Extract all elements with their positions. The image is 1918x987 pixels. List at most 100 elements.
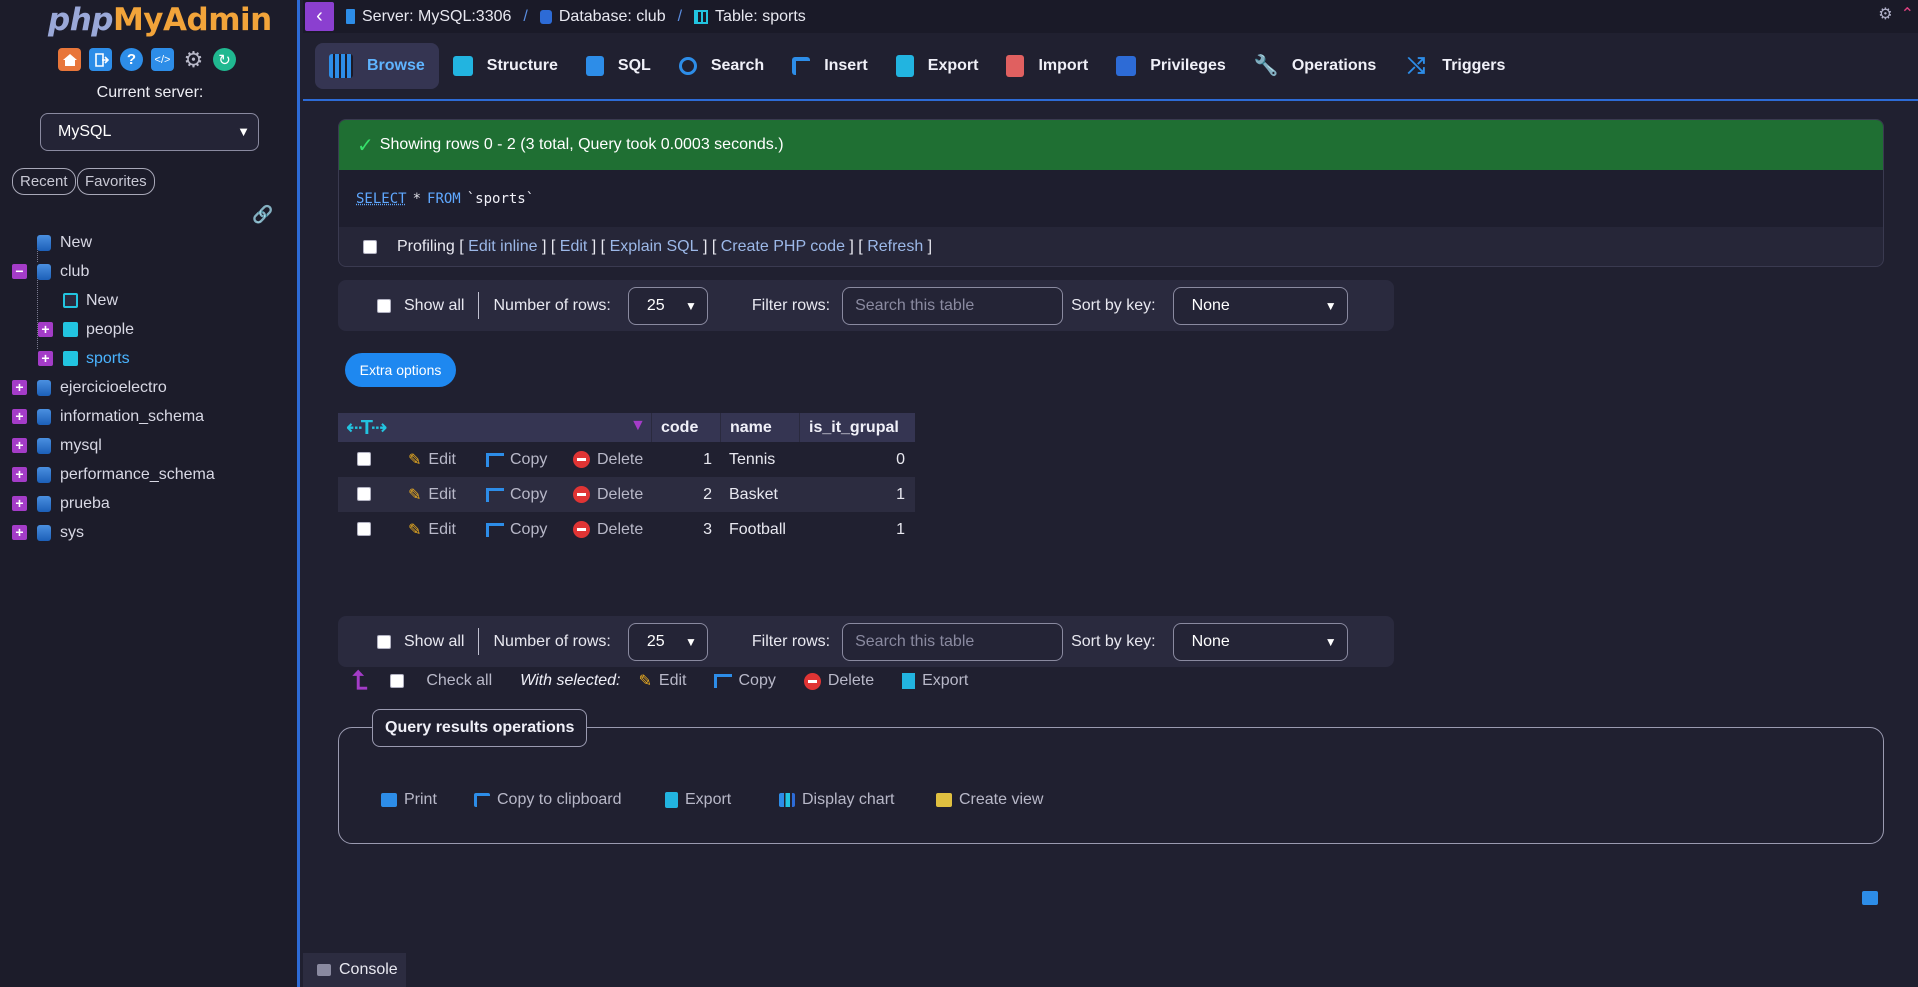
link-icon[interactable]: 🔗 <box>252 205 273 225</box>
profiling-checkbox[interactable] <box>363 240 377 254</box>
number-of-rows-select[interactable]: 25 ▼ <box>627 622 708 661</box>
tab-browse[interactable]: Browse <box>315 43 439 89</box>
edit-link[interactable]: Edit <box>560 238 588 256</box>
expand-icon[interactable]: + <box>12 409 27 424</box>
tree-item-prueba[interactable]: + prueba <box>10 489 295 518</box>
breadcrumb-table[interactable]: Table: sports <box>694 8 806 26</box>
print-button[interactable]: Print <box>381 791 437 809</box>
sort-by-key-select[interactable]: None ▼ <box>1172 286 1348 325</box>
tree-item-new[interactable]: New <box>10 228 295 257</box>
selected-export-button[interactable]: Export <box>902 672 968 690</box>
table-add-icon <box>63 293 78 308</box>
tree-item-information-schema[interactable]: + information_schema <box>10 402 295 431</box>
row-copy-link[interactable]: Copy <box>486 442 547 477</box>
tab-export[interactable]: Export <box>882 43 993 89</box>
query-results-operations-legend: Query results operations <box>372 709 588 747</box>
selected-delete-button[interactable]: Delete <box>803 672 874 690</box>
expand-icon[interactable]: + <box>12 525 27 540</box>
arrows-icon[interactable]: ⇠T⇢ <box>346 415 388 440</box>
row-edit-link[interactable]: ✎ Edit <box>408 512 456 547</box>
show-all-checkbox[interactable] <box>377 298 391 313</box>
help-icon[interactable]: ? <box>120 48 143 71</box>
tab-insert[interactable]: Insert <box>778 43 882 89</box>
tab-structure[interactable]: Structure <box>439 43 572 89</box>
row-delete-link[interactable]: Delete <box>573 512 643 547</box>
cell-is-it-grupal: 0 <box>896 451 905 468</box>
show-all-checkbox[interactable] <box>377 634 391 649</box>
row-edit-link[interactable]: ✎ Edit <box>408 442 456 477</box>
tree-item-performance-schema[interactable]: + performance_schema <box>10 460 295 489</box>
filter-rows-input[interactable]: Search this table <box>842 622 1064 661</box>
tree-item-sys[interactable]: + sys <box>10 518 295 547</box>
row-delete-link[interactable]: Delete <box>573 477 643 512</box>
create-view-button[interactable]: Create view <box>936 791 1043 809</box>
tab-import[interactable]: Import <box>992 43 1102 89</box>
export-button[interactable]: Export <box>665 791 731 809</box>
tab-search[interactable]: Search <box>665 43 778 89</box>
refresh-link[interactable]: Refresh <box>867 238 923 256</box>
row-delete-link[interactable]: Delete <box>573 442 643 477</box>
sql-query: SELECT * FROM `sports` <box>339 170 1883 227</box>
breadcrumb-server[interactable]: Server: MySQL:3306 <box>346 8 511 26</box>
wrench-icon: 🔧 <box>1253 55 1279 77</box>
row-checkbox[interactable] <box>357 522 371 536</box>
column-visibility-icon[interactable]: ▼ <box>630 417 646 435</box>
tab-operations[interactable]: 🔧 Operations <box>1240 43 1390 89</box>
phpmyadmin-logo[interactable]: phpMyAdmin <box>48 2 272 38</box>
row-copy-link[interactable]: Copy <box>486 477 547 512</box>
server-select[interactable]: MySQL ▼ <box>40 113 259 151</box>
expand-icon[interactable]: + <box>38 322 53 337</box>
create-php-code-link[interactable]: Create PHP code <box>721 238 845 256</box>
row-checkbox[interactable] <box>357 452 371 466</box>
sort-by-key-select[interactable]: None ▼ <box>1172 622 1348 661</box>
tree-item-mysql[interactable]: + mysql <box>10 431 295 460</box>
tree-item-sports[interactable]: + sports <box>10 344 295 373</box>
row-edit-link[interactable]: ✎ Edit <box>408 477 456 512</box>
logout-icon[interactable] <box>89 48 112 71</box>
database-icon <box>37 495 51 512</box>
expand-icon[interactable]: + <box>12 496 27 511</box>
number-of-rows-select[interactable]: 25 ▼ <box>627 286 708 325</box>
extra-options-button[interactable]: Extra options <box>345 353 456 387</box>
check-all-label[interactable]: Check all <box>426 672 492 690</box>
tab-privileges[interactable]: Privileges <box>1102 43 1240 89</box>
copy-to-clipboard-button[interactable]: Copy to clipboard <box>474 791 622 809</box>
collapse-icon[interactable]: − <box>12 264 27 279</box>
expand-icon[interactable]: + <box>12 438 27 453</box>
tree-item-ejercicioelectro[interactable]: + ejercicioelectro <box>10 373 295 402</box>
collapse-top-icon[interactable]: ⌃ <box>1901 4 1914 24</box>
tree-item-club-new[interactable]: New <box>10 286 295 315</box>
selected-copy-button[interactable]: Copy <box>714 672 776 690</box>
edit-inline-link[interactable]: Edit inline <box>468 238 537 256</box>
breadcrumb-database[interactable]: Database: club <box>539 8 666 26</box>
gear-icon[interactable]: ⚙ <box>1878 4 1892 24</box>
row-copy-link[interactable]: Copy <box>486 512 547 547</box>
row-checkbox[interactable] <box>357 487 371 501</box>
recent-tab[interactable]: Recent <box>12 168 76 195</box>
tree-item-club[interactable]: − club <box>10 257 295 286</box>
settings-icon[interactable]: ⚙ <box>182 47 205 72</box>
selected-edit-button[interactable]: ✎ Edit <box>639 671 687 691</box>
favorites-tab[interactable]: Favorites <box>77 168 155 195</box>
expand-icon[interactable]: + <box>12 467 27 482</box>
collapse-sidebar-button[interactable]: ‹ <box>305 2 334 31</box>
structure-icon <box>452 56 473 76</box>
sql-keyword-select[interactable]: SELECT <box>356 191 407 207</box>
page-settings-icon[interactable] <box>1862 891 1878 905</box>
console-button[interactable]: Console <box>303 953 406 987</box>
explain-sql-link[interactable]: Explain SQL <box>610 238 699 256</box>
documentation-icon[interactable]: </> <box>151 48 174 71</box>
home-icon[interactable] <box>58 48 81 71</box>
column-header-is-it-grupal[interactable]: is_it_grupal <box>799 413 915 442</box>
reload-icon[interactable]: ↻ <box>213 48 236 71</box>
tab-sql[interactable]: SQL <box>572 43 665 89</box>
column-header-name[interactable]: name <box>720 413 799 442</box>
tab-triggers[interactable]: ⤭ Triggers <box>1390 43 1519 89</box>
check-all-checkbox[interactable] <box>390 674 405 688</box>
filter-rows-input[interactable]: Search this table <box>842 286 1064 325</box>
expand-icon[interactable]: + <box>12 380 27 395</box>
display-chart-button[interactable]: Display chart <box>779 791 894 809</box>
expand-icon[interactable]: + <box>38 351 53 366</box>
tree-item-people[interactable]: + people <box>10 315 295 344</box>
column-header-code[interactable]: code <box>651 413 720 442</box>
